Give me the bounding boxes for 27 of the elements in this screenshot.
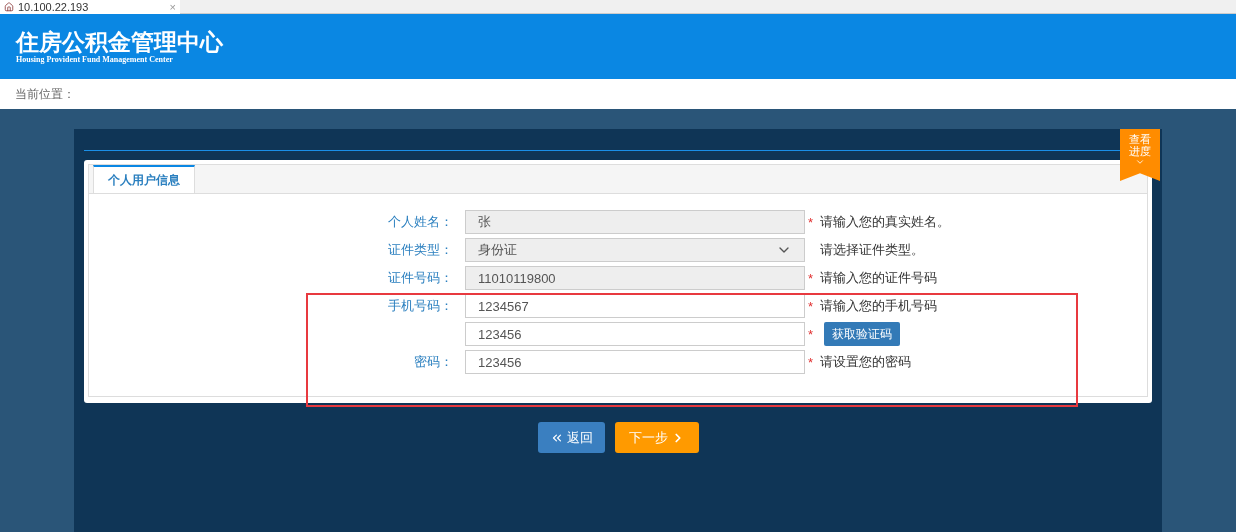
input-field[interactable]: 123456 bbox=[465, 322, 805, 346]
field-hint: 请设置您的密码 bbox=[820, 353, 911, 372]
field-hint: 请输入您的真实姓名。 bbox=[820, 213, 950, 232]
field-label: 个人姓名： bbox=[388, 214, 453, 230]
input-field[interactable]: 123456 bbox=[465, 350, 805, 374]
site-subtitle: Housing Provident Fund Management Center bbox=[16, 54, 174, 65]
site-title: 住房公积金管理中心 bbox=[16, 28, 224, 55]
required-asterisk: * bbox=[807, 299, 814, 314]
field-label: 密码： bbox=[414, 354, 453, 370]
back-button[interactable]: 返回 bbox=[537, 422, 605, 453]
chevron-down-icon bbox=[1135, 157, 1145, 167]
breadcrumb-label: 当前位置： bbox=[15, 86, 75, 103]
tab-title: 10.100.22.193 bbox=[18, 0, 90, 14]
field-hint: 请输入您的手机号码 bbox=[820, 297, 937, 316]
required-asterisk: * bbox=[807, 215, 814, 230]
required-asterisk: * bbox=[807, 327, 814, 342]
field-label: 证件号码： bbox=[388, 270, 453, 286]
field-label: 手机号码： bbox=[388, 298, 453, 314]
field-label: 证件类型： bbox=[388, 242, 453, 258]
input-field[interactable]: 1234567 bbox=[465, 294, 805, 318]
get-code-button[interactable]: 获取验证码 bbox=[824, 322, 900, 346]
field-hint: 请选择证件类型。 bbox=[820, 241, 924, 260]
required-asterisk: * bbox=[807, 355, 814, 370]
field-hint: 请输入您的证件号码 bbox=[820, 269, 937, 288]
form-tab[interactable]: 个人用户信息 bbox=[93, 165, 195, 193]
required-asterisk: * bbox=[807, 271, 814, 286]
home-icon bbox=[4, 1, 14, 12]
